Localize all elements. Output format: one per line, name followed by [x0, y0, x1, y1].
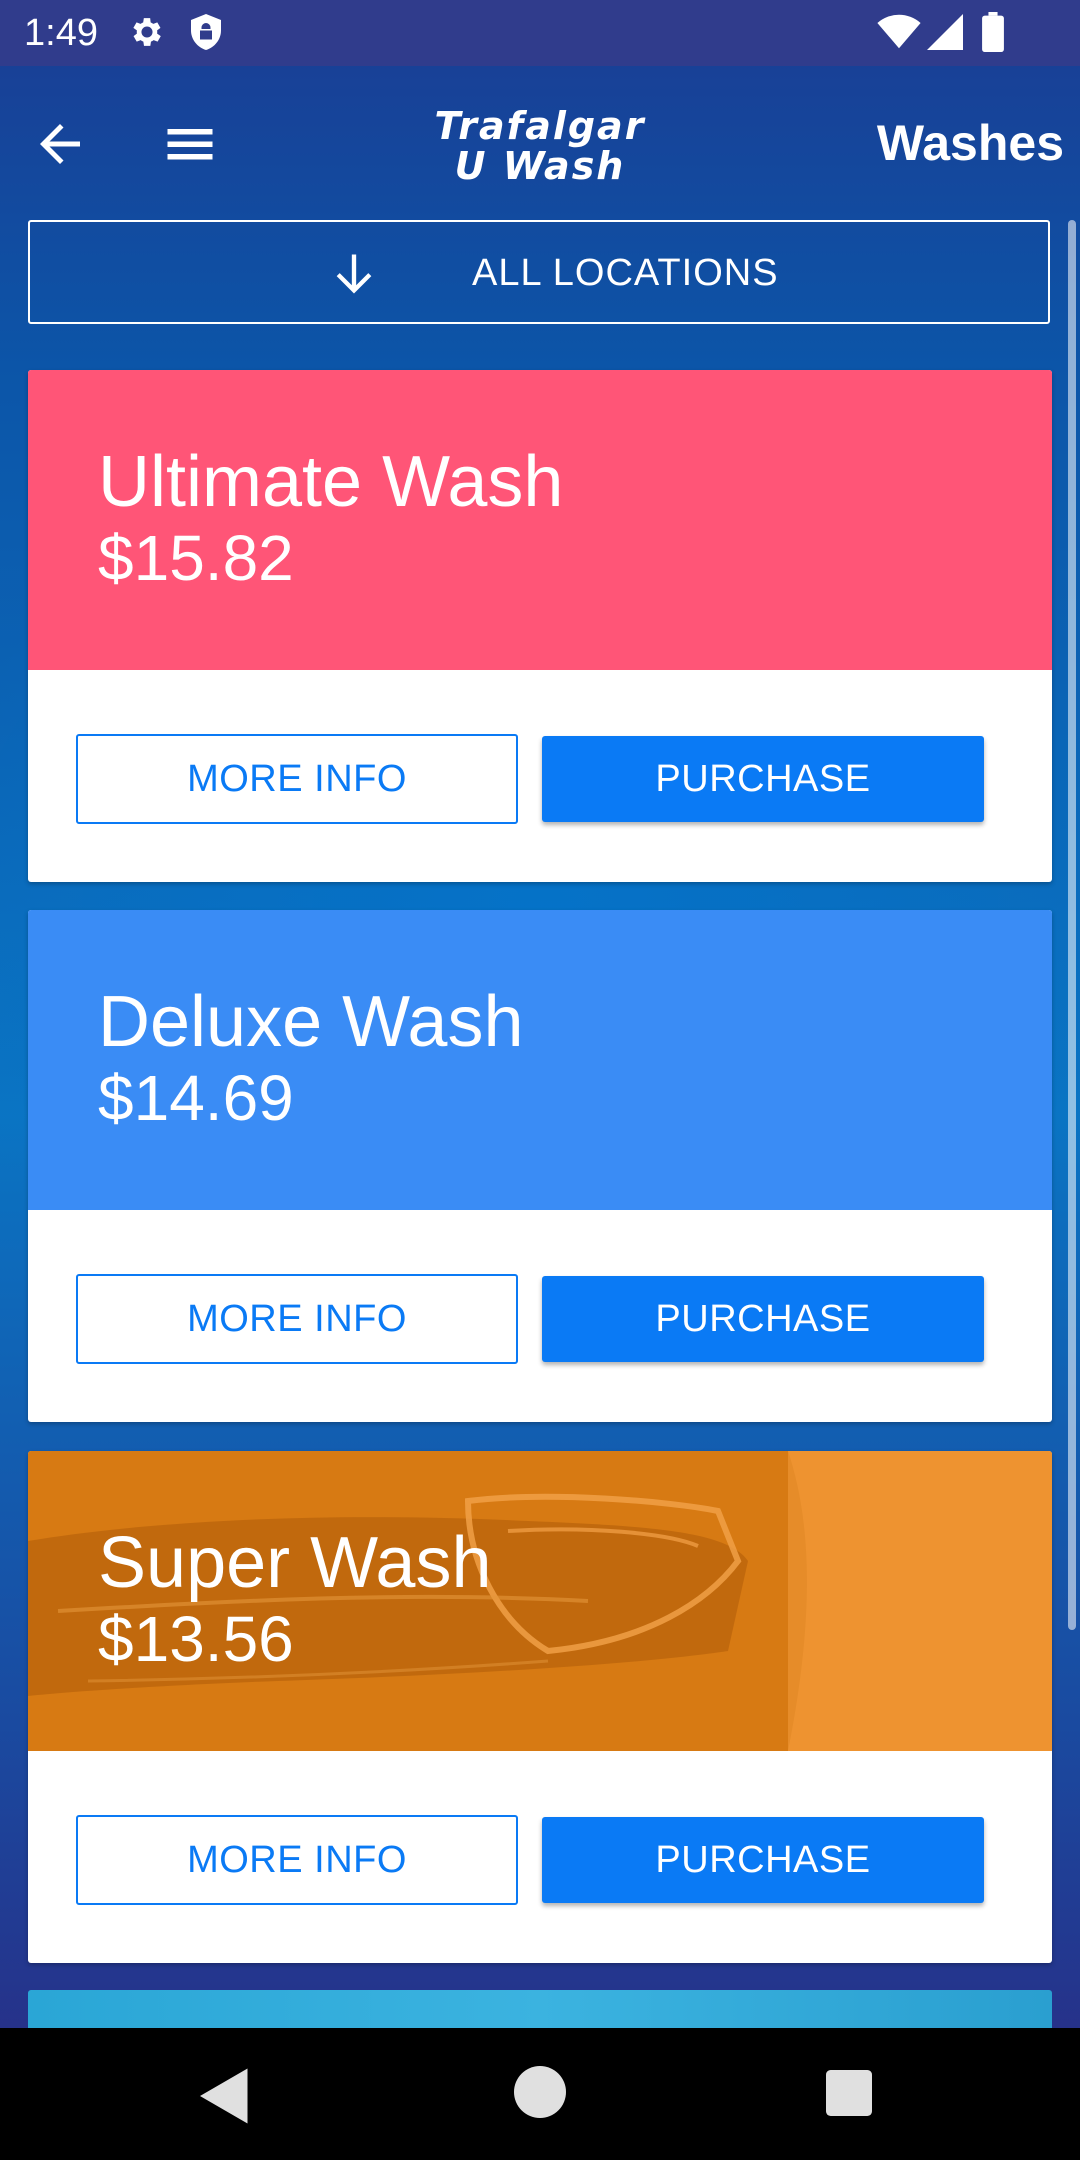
- purchase-button[interactable]: PURCHASE: [542, 1276, 984, 1362]
- back-arrow-icon[interactable]: [30, 114, 90, 174]
- signal-icon: [927, 14, 963, 50]
- wash-name: Ultimate Wash: [98, 442, 564, 522]
- hamburger-menu-icon[interactable]: [160, 114, 220, 174]
- wash-card-ultimate: Ultimate Wash $15.82 MORE INFO PURCHASE: [28, 370, 1052, 882]
- wash-name: Deluxe Wash: [98, 982, 524, 1062]
- wash-card-header: Ultimate Wash $15.82: [28, 370, 1052, 670]
- more-info-button[interactable]: MORE INFO: [76, 734, 518, 824]
- all-locations-button[interactable]: ALL LOCATIONS: [28, 220, 1050, 324]
- wash-price: $14.69: [98, 1062, 294, 1134]
- wash-card-header: Deluxe Wash $14.69: [28, 910, 1052, 1210]
- shield-icon: [191, 14, 221, 50]
- system-nav-bar: [0, 2028, 1080, 2160]
- gear-icon: [133, 18, 161, 46]
- status-time: 1:49: [24, 12, 98, 54]
- app-screen: 1:49 Trafalgar U Wash Washes ALL LOCATIO…: [0, 0, 1080, 2028]
- wash-card-partial[interactable]: [28, 1990, 1052, 2028]
- wifi-icon: [877, 14, 921, 49]
- nav-recents-icon[interactable]: [826, 2070, 872, 2116]
- all-locations-label: ALL LOCATIONS: [472, 252, 779, 294]
- scrollbar[interactable]: [1068, 220, 1076, 1630]
- wash-card-header: Super Wash $13.56: [28, 1451, 1052, 1751]
- nav-back-icon[interactable]: [200, 2068, 250, 2124]
- nav-home-icon[interactable]: [514, 2066, 566, 2118]
- purchase-button[interactable]: PURCHASE: [542, 1817, 984, 1903]
- battery-icon: [982, 12, 1004, 52]
- wash-price: $15.82: [98, 522, 294, 594]
- wash-price: $13.56: [98, 1603, 294, 1675]
- arrow-down-icon: [336, 254, 372, 294]
- app-bar: Trafalgar U Wash Washes: [0, 66, 1080, 216]
- wash-card-deluxe: Deluxe Wash $14.69 MORE INFO PURCHASE: [28, 910, 1052, 1422]
- page-title: Washes: [876, 115, 1064, 171]
- wash-card-super: Super Wash $13.56 MORE INFO PURCHASE: [28, 1451, 1052, 1963]
- purchase-button[interactable]: PURCHASE: [542, 736, 984, 822]
- status-bar: 1:49: [0, 0, 1080, 66]
- wash-name: Super Wash: [98, 1523, 492, 1603]
- brand-logo: Trafalgar U Wash: [410, 106, 670, 186]
- brand-logo-line2: U Wash: [454, 144, 626, 188]
- brand-logo-line1: Trafalgar: [434, 104, 646, 148]
- more-info-button[interactable]: MORE INFO: [76, 1815, 518, 1905]
- more-info-button[interactable]: MORE INFO: [76, 1274, 518, 1364]
